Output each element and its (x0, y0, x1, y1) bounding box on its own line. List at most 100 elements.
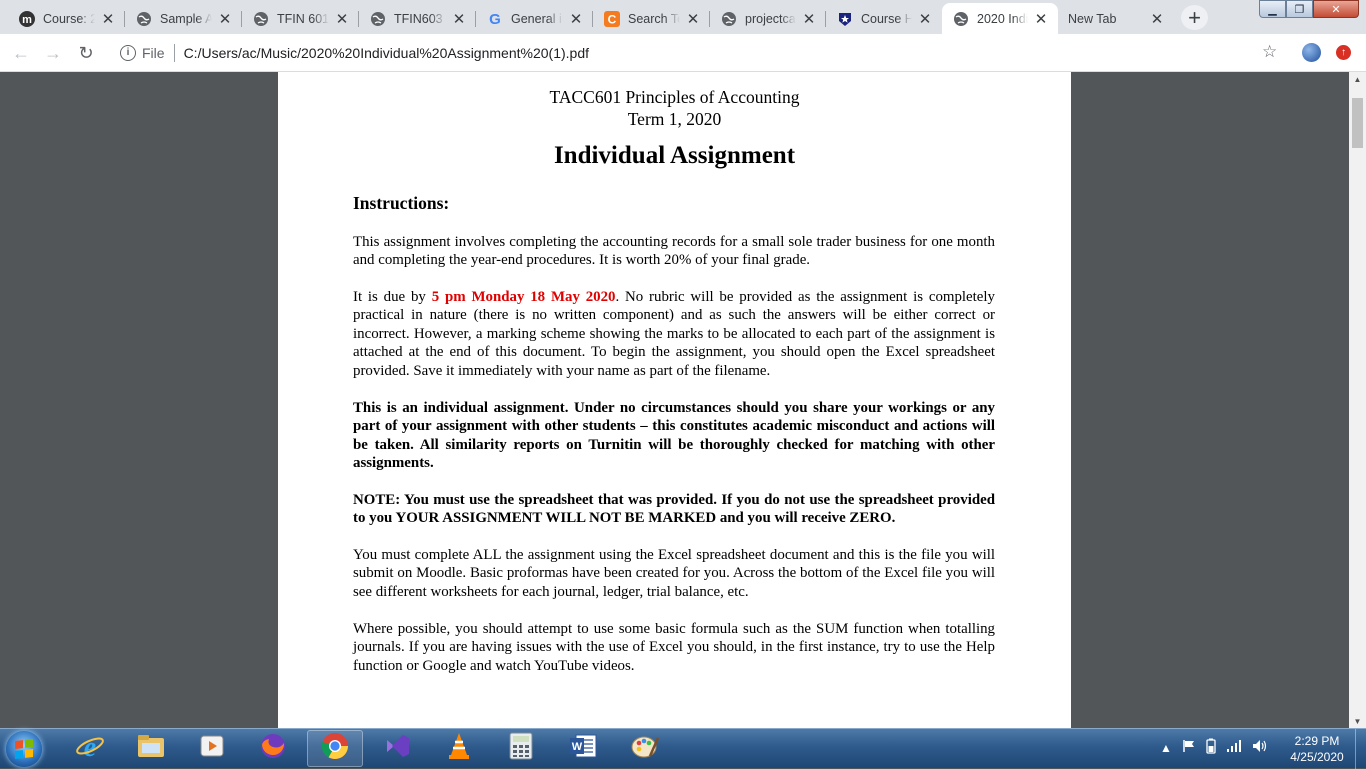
tab-title: Course He (861, 11, 912, 26)
forward-button[interactable]: → (42, 42, 64, 64)
paragraph-excel-instructions: You must complete ALL the assignment usi… (353, 547, 995, 600)
tab-projectcar[interactable]: projectcar ✕ (710, 3, 826, 34)
close-tab-icon[interactable]: ✕ (1032, 10, 1050, 28)
back-button[interactable]: ← (10, 42, 32, 64)
windows-logo-icon (15, 739, 33, 759)
google-g-icon: G (487, 11, 503, 27)
tab-title: Sample Ac (160, 11, 212, 26)
close-tab-icon[interactable]: ✕ (1148, 10, 1166, 28)
tab-tfin-601[interactable]: TFIN 601 ( ✕ (242, 3, 359, 34)
vertical-scrollbar[interactable]: ▲ ▼ (1349, 72, 1366, 728)
taskbar: e W ▲ 2:29 PM 4/25/2020 (0, 728, 1366, 769)
taskbar-media-player[interactable] (184, 730, 240, 767)
close-tab-icon[interactable]: ✕ (333, 10, 351, 28)
word-icon: W (568, 732, 598, 765)
taskbar-clock[interactable]: 2:29 PM 4/25/2020 (1282, 733, 1352, 765)
chrome-icon (320, 731, 350, 766)
firefox-icon (258, 731, 288, 766)
taskbar-firefox[interactable] (245, 730, 301, 767)
close-tab-icon[interactable]: ✕ (916, 10, 934, 28)
window-controls: ▁ ❐ ✕ (1259, 0, 1359, 18)
tab-title: TFIN 601 ( (277, 11, 329, 26)
course-line: TACC601 Principles of Accounting (549, 87, 800, 107)
globe-icon (953, 11, 969, 27)
calculator-icon (509, 732, 533, 765)
minimize-icon: ▁ (1268, 3, 1277, 16)
close-tab-icon[interactable]: ✕ (800, 10, 818, 28)
show-desktop-button[interactable] (1355, 729, 1366, 769)
paragraph-formula-tips: Where possible, you should attempt to us… (353, 621, 995, 674)
start-button[interactable] (6, 731, 42, 767)
coursehero-icon (837, 11, 853, 27)
close-tab-icon[interactable]: ✕ (567, 10, 585, 28)
close-tab-icon[interactable]: ✕ (450, 10, 468, 28)
restore-icon: ❐ (1294, 3, 1305, 16)
taskbar-paint[interactable] (617, 730, 673, 767)
maximize-button[interactable]: ❐ (1286, 0, 1313, 18)
tab-general-info[interactable]: G General in ✕ (476, 3, 593, 34)
taskbar-internet-explorer[interactable]: e (62, 730, 118, 767)
taskbar-visual-studio[interactable] (369, 730, 425, 767)
moodle-m-icon: m (19, 10, 35, 27)
tab-2020-individual-active[interactable]: 2020 Indiv ✕ (942, 3, 1058, 34)
document-title: Individual Assignment (553, 142, 796, 169)
plus-icon: + (1188, 4, 1201, 30)
scroll-down-icon[interactable]: ▼ (1349, 714, 1366, 728)
minimize-button[interactable]: ▁ (1259, 0, 1286, 18)
battery-icon[interactable] (1206, 738, 1216, 757)
orange-c-icon: C (604, 10, 620, 27)
due-date-text: 5 pm Monday 18 May 2020 (431, 289, 616, 305)
volume-icon[interactable] (1252, 739, 1268, 756)
svg-text:m: m (22, 14, 32, 26)
media-player-icon (198, 732, 226, 765)
svg-text:e: e (84, 732, 96, 761)
network-signal-icon[interactable] (1226, 739, 1242, 756)
taskbar-chrome[interactable] (307, 730, 363, 767)
arrow-left-icon: ← (12, 42, 30, 63)
tab-title: projectcar (745, 11, 796, 26)
svg-text:C: C (608, 12, 617, 26)
tab-course-20[interactable]: m Course: 20 ✕ (8, 3, 125, 34)
close-tab-icon[interactable]: ✕ (684, 10, 702, 28)
bookmark-star-icon[interactable]: ☆ (1262, 42, 1277, 62)
paragraph-intro: This assignment involves completing the … (353, 234, 995, 269)
paragraph-individual-warning: This is an individual assignment. Under … (353, 400, 995, 472)
show-hidden-icons-icon[interactable]: ▲ (1160, 741, 1172, 755)
pdf-page: TACC601 Principles of Accounting Term 1,… (278, 72, 1071, 728)
taskbar-word[interactable]: W (555, 730, 611, 767)
arrow-right-icon: → (44, 42, 62, 63)
clock-time: 2:29 PM (1294, 734, 1340, 748)
browser-toolbar: ← → ↻ i File C:/Users/ac/Music/2020%20In… (0, 34, 1366, 72)
svg-text:W: W (572, 741, 583, 753)
reload-icon: ↻ (78, 42, 94, 63)
reload-button[interactable]: ↻ (75, 42, 97, 64)
tab-tfin603[interactable]: TFIN603 C ✕ (359, 3, 476, 34)
tab-course-hero[interactable]: Course He ✕ (826, 3, 942, 34)
taskbar-file-explorer[interactable] (123, 730, 179, 767)
tab-strip: m Course: 20 ✕ Sample Ac ✕ TFIN 601 ( ✕ … (0, 0, 1366, 34)
scrollbar-thumb[interactable] (1352, 98, 1363, 148)
new-tab-button[interactable]: + (1181, 5, 1208, 30)
globe-icon (253, 11, 269, 27)
url-text: C:/Users/ac/Music/2020%20Individual%20As… (183, 44, 589, 61)
close-tab-icon[interactable]: ✕ (216, 10, 234, 28)
extension-update-icon[interactable]: ↑ (1336, 45, 1351, 60)
internet-explorer-icon: e (75, 731, 105, 766)
extension-globe-icon[interactable] (1302, 43, 1321, 62)
svg-text:G: G (489, 11, 501, 27)
close-tab-icon[interactable]: ✕ (99, 10, 117, 28)
file-explorer-icon (136, 732, 166, 765)
tab-sample-accounting[interactable]: Sample Ac ✕ (125, 3, 242, 34)
close-window-button[interactable]: ✕ (1313, 0, 1359, 18)
tab-title: TFIN603 C (394, 11, 446, 26)
tab-new-tab[interactable]: New Tab ✕ (1058, 3, 1174, 34)
address-bar[interactable]: i File C:/Users/ac/Music/2020%20Individu… (112, 38, 1292, 67)
action-center-flag-icon[interactable] (1182, 739, 1196, 756)
taskbar-vlc[interactable] (431, 730, 487, 767)
scheme-label: File (142, 44, 165, 61)
taskbar-calculator[interactable] (493, 730, 549, 767)
tab-search-terms[interactable]: C Search Te ✕ (593, 3, 710, 34)
info-icon[interactable]: i (120, 44, 136, 61)
pdf-viewer[interactable]: TACC601 Principles of Accounting Term 1,… (0, 72, 1349, 728)
scroll-up-icon[interactable]: ▲ (1349, 72, 1366, 86)
